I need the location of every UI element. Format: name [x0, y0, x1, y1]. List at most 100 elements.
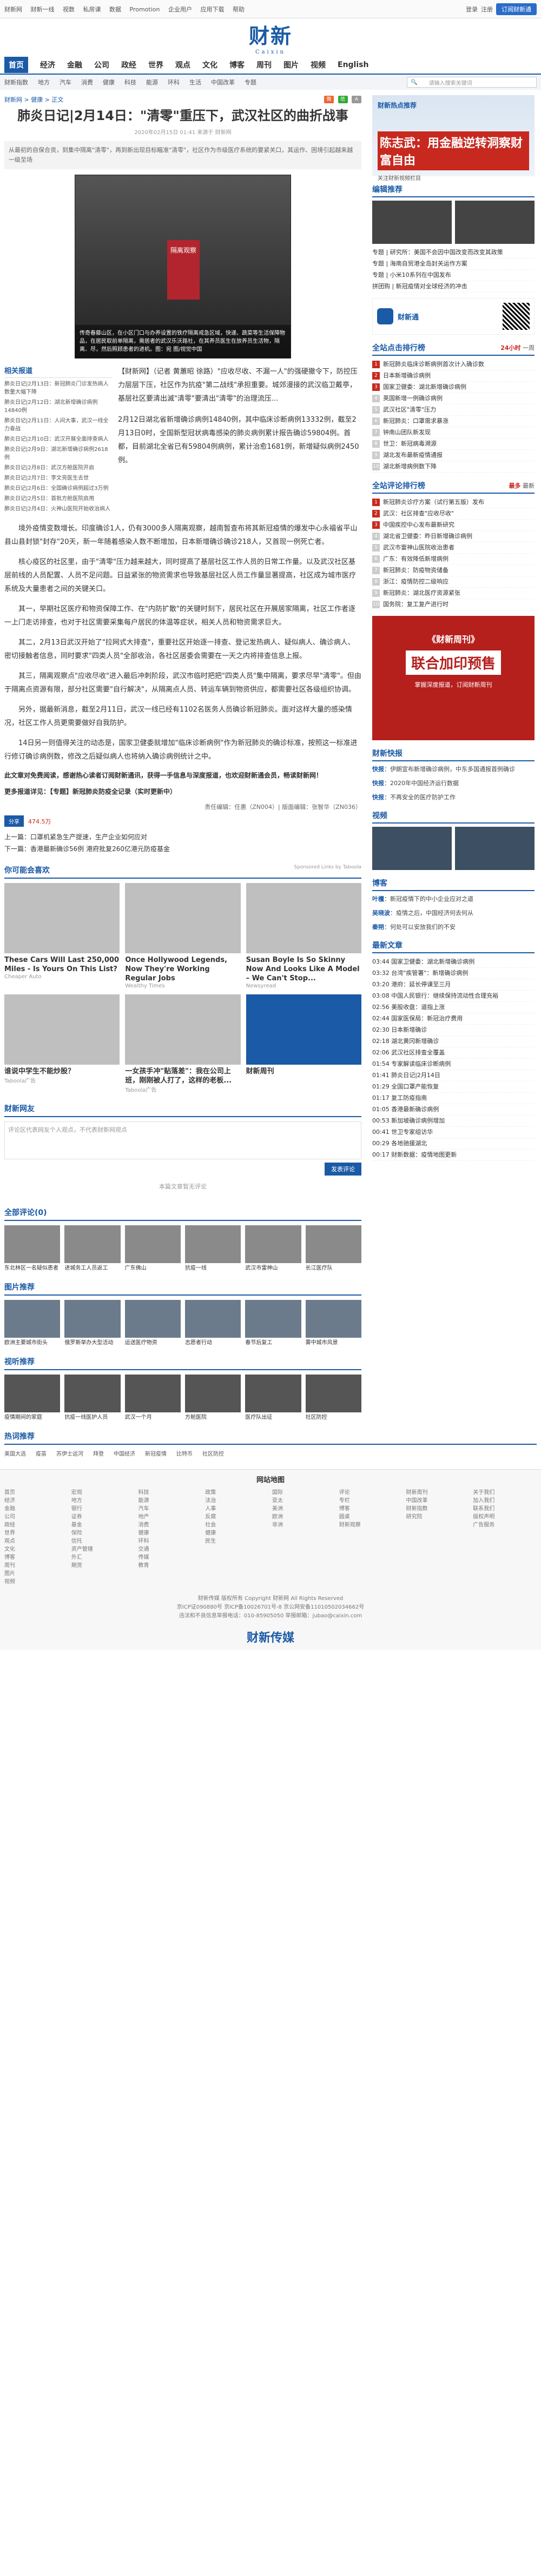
video-card[interactable]: 武汉一个月 — [124, 1375, 181, 1421]
sitemap-link[interactable]: 外汇 — [71, 1553, 135, 1562]
editor-pick-item[interactable]: 拼团购 | 新冠疫情对全球经济的冲击 — [372, 281, 535, 293]
top-link[interactable]: 企业用户 — [168, 6, 192, 13]
sitemap-link[interactable]: 宏观 — [71, 1489, 135, 1497]
ad-card[interactable]: 谁说中学生不能炒股？ Taboola广告 — [4, 994, 120, 1093]
video-card[interactable]: 抗疫一线医护人员 — [64, 1375, 121, 1421]
sitemap-link[interactable]: 经济 — [4, 1497, 68, 1505]
sitemap-link[interactable]: 财新观察 — [339, 1521, 403, 1529]
sitemap-link[interactable]: 公司 — [4, 1513, 68, 1521]
sitemap-link[interactable]: 政策 — [205, 1489, 269, 1497]
nav-item[interactable]: 图片 — [283, 59, 299, 70]
subnav-item[interactable]: 汽车 — [60, 78, 71, 87]
hot-word[interactable]: 美国大选 — [4, 1449, 26, 1457]
pic-card[interactable]: 春节后复工 — [245, 1300, 301, 1346]
sitemap-link[interactable]: 金融 — [4, 1505, 68, 1513]
news-card[interactable]: 进城务工人员返工 — [64, 1225, 121, 1272]
hot-word[interactable]: 拜登 — [93, 1449, 104, 1457]
sitemap-link[interactable]: 证券 — [71, 1513, 135, 1521]
blog-item[interactable]: 叶檀：新冠疫情下的中小企业应对之道 — [372, 894, 535, 904]
top-link[interactable]: 应用下载 — [200, 6, 224, 13]
blog-item[interactable]: 秦朔：何处可以安放我们的不安 — [372, 922, 535, 932]
related-item[interactable]: 肺炎日记|2月13日：新冠肺炎门诊发热病人数量大幅下降 — [4, 380, 113, 396]
register-link[interactable]: 注册 — [481, 5, 493, 14]
related-item[interactable]: 肺炎日记|2月11日：人间大事，武汉一线全力奋战 — [4, 417, 113, 433]
video-card[interactable]: 方舱医院 — [185, 1375, 241, 1421]
brief-item[interactable]: 快报：不再安全的医疗防护工作 — [372, 793, 535, 802]
pick-image[interactable] — [372, 201, 452, 244]
nav-item[interactable]: 博客 — [229, 59, 245, 70]
editor-pick-item[interactable]: 专题 | 海南自贸港全岛封关运作方案 — [372, 258, 535, 270]
tab-week[interactable]: 一周 — [523, 344, 535, 351]
latest-item[interactable]: 01:17 复工防疫指南 — [372, 1093, 535, 1104]
sitemap-link[interactable]: 社会 — [205, 1521, 269, 1529]
rank-item[interactable]: 1 新冠肺炎临床诊断病例首次计入确诊数 — [372, 359, 535, 370]
sitemap-link[interactable]: 非洲 — [272, 1521, 336, 1529]
video-card[interactable]: 疫情期间的家庭 — [4, 1375, 61, 1421]
sitemap-link[interactable]: 国际 — [272, 1489, 336, 1497]
latest-item[interactable]: 01:41 肺炎日记|2月14日 — [372, 1070, 535, 1081]
hot-word[interactable]: 疫苗 — [36, 1449, 47, 1457]
weibo-icon[interactable]: 微 — [324, 96, 334, 103]
sitemap-link[interactable]: 政经 — [4, 1521, 68, 1529]
sitemap-link[interactable]: 消费 — [138, 1521, 202, 1529]
hot-word[interactable]: 新冠疫情 — [145, 1449, 167, 1457]
news-card[interactable]: 武汉市雷神山 — [245, 1225, 301, 1272]
latest-item[interactable]: 03:20 港府：延长停课至三月 — [372, 979, 535, 991]
rank-item[interactable]: 2 日本新增确诊病例 — [372, 370, 535, 382]
subnav-item[interactable]: 环科 — [168, 78, 180, 87]
site-logo[interactable]: 财新 Caixin — [249, 19, 292, 55]
brief-item[interactable]: 快报：伊朗宣布新增确诊病例，中东多国通报首例确诊 — [372, 765, 535, 774]
rank-item[interactable]: 7 钟南山团队新发现 — [372, 427, 535, 439]
rank-item[interactable]: 5 武汉社区"清零"压力 — [372, 404, 535, 416]
tab-most[interactable]: 最多 — [509, 482, 521, 489]
nav-item[interactable]: 世界 — [148, 59, 163, 70]
latest-item[interactable]: 03:44 国家卫健委：湖北新增确诊病例 — [372, 957, 535, 968]
sitemap-link[interactable]: 文化 — [4, 1545, 68, 1553]
nav-item[interactable]: 政经 — [121, 59, 136, 70]
sitemap-link[interactable]: 圆桌 — [339, 1513, 403, 1521]
sitemap-link[interactable]: 能源 — [138, 1497, 202, 1505]
rank-item[interactable]: 9 湖北发布最新疫情通报 — [372, 450, 535, 461]
comment-rank-item[interactable]: 7 新冠肺炎：防疫物资储备 — [372, 565, 535, 576]
nav-item[interactable]: 视频 — [311, 59, 326, 70]
related-item[interactable]: 肺炎日记|2月7日：李文亮医生去世 — [4, 474, 113, 482]
sitemap-link[interactable]: 信托 — [71, 1537, 135, 1545]
subscribe-button[interactable]: 订阅财新通 — [496, 3, 537, 15]
sitemap-link[interactable]: 研究院 — [406, 1513, 470, 1521]
pic-card[interactable]: 志愿者行动 — [185, 1300, 241, 1346]
share-button[interactable]: 分享 — [4, 815, 24, 827]
sitemap-link[interactable]: 周刊 — [4, 1562, 68, 1570]
comment-rank-item[interactable]: 3 中国疾控中心发布最新研究 — [372, 520, 535, 531]
sitemap-link[interactable]: 环科 — [138, 1537, 202, 1545]
news-card[interactable]: 抗疫一线 — [185, 1225, 241, 1272]
rank-item[interactable]: 8 世卫：新冠病毒溯源 — [372, 439, 535, 450]
comment-rank-item[interactable]: 2 武汉：社区排查"应收尽收" — [372, 508, 535, 520]
comment-textarea[interactable]: 评论区代表网友个人观点，不代表财新网观点 — [4, 1121, 361, 1159]
sitemap-link[interactable]: 观点 — [4, 1537, 68, 1545]
sitemap-link[interactable]: 期货 — [71, 1562, 135, 1570]
sitemap-link[interactable]: 欧洲 — [272, 1513, 336, 1521]
rank-item[interactable]: 10 湖北新增病例数下降 — [372, 461, 535, 473]
nav-item-home[interactable]: 首页 — [4, 57, 28, 73]
top-link[interactable]: Promotion — [130, 6, 160, 13]
ad-card[interactable]: These Cars Will Last 250,000 Miles - Is … — [4, 883, 120, 989]
sidebar-ad[interactable]: 财新热点推荐 陈志武：用金融逆转洞察财富自由 关注财新视频栏目 — [372, 95, 535, 182]
login-link[interactable]: 登录 — [466, 5, 478, 14]
sitemap-link[interactable]: 专栏 — [339, 1497, 403, 1505]
subnav-item[interactable]: 专题 — [245, 78, 256, 87]
comment-rank-item[interactable]: 10 国务院：复工复产进行时 — [372, 599, 535, 610]
nav-item[interactable]: 公司 — [94, 59, 109, 70]
pic-card[interactable]: 欧洲主要城市街头 — [4, 1300, 61, 1346]
comment-rank-item[interactable]: 8 浙江：疫情防控二级响应 — [372, 576, 535, 588]
sitemap-link[interactable]: 交通 — [138, 1545, 202, 1553]
next-article[interactable]: 下一篇：香港最新确诊56例 港府批复260亿港元防疫基金 — [4, 843, 361, 855]
sitemap-link[interactable]: 博客 — [4, 1553, 68, 1562]
rank-item[interactable]: 4 英国新增一例确诊病例 — [372, 393, 535, 404]
sitemap-link[interactable]: 首页 — [4, 1489, 68, 1497]
latest-item[interactable]: 02:18 湖北黄冈新增确诊 — [372, 1036, 535, 1047]
sitemap-link[interactable]: 汽车 — [138, 1505, 202, 1513]
latest-item[interactable]: 02:06 武汉社区排查全覆盖 — [372, 1047, 535, 1059]
top-link[interactable]: 数据 — [109, 6, 121, 13]
ad-card[interactable]: 财新周刊 — [246, 994, 361, 1093]
sitemap-link[interactable]: 加入我们 — [473, 1497, 537, 1505]
